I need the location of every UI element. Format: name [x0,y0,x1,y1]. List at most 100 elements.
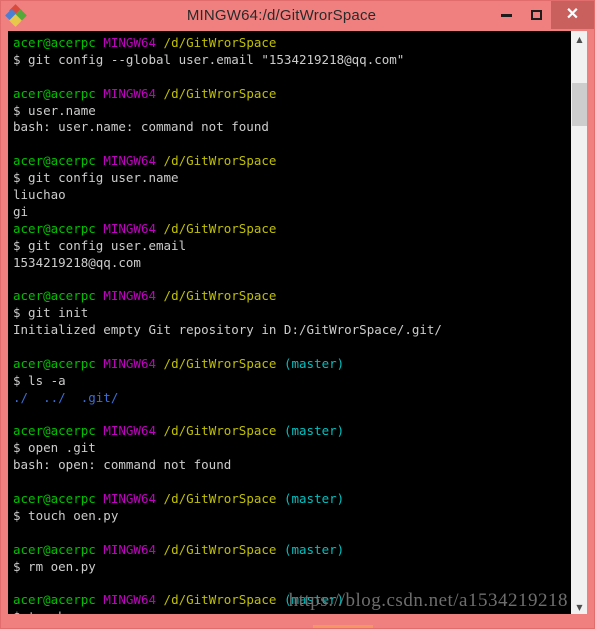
prompt-host: MINGW64 [95,592,157,608]
output-text: liuchao [13,187,66,203]
terminal-line-prompt: acer@acerpc MINGW64 /d/GitWrorSpace [13,86,570,103]
directory-entries: ./ ../ .git/ [13,389,119,405]
prompt-user: acer@acerpc [13,592,96,608]
prompt-branch: (master) [276,423,345,439]
terminal-line-command: $ open .git [13,440,570,457]
command-text: $ user.name [13,102,96,118]
terminal-line-output: 1534219218@qq.com [13,255,570,272]
command-text: $ git config user.email [13,237,187,253]
terminal-line-prompt: acer@acerpc MINGW64 /d/GitWrorSpace (mas… [13,542,570,559]
terminal-window: MINGW64:/d/GitWrorSpace ✕ acer@acerpc MI… [0,0,595,629]
prompt-branch: (master) [276,355,345,371]
command-text: $ rm oen.py [13,558,96,574]
title-bar[interactable]: MINGW64:/d/GitWrorSpace ✕ [1,1,594,29]
prompt-user: acer@acerpc [13,85,96,101]
terminal-line-blank [13,69,570,86]
output-text: 1534219218@qq.com [13,254,141,270]
prompt-user: acer@acerpc [13,288,96,304]
terminal-line-blank [13,136,570,153]
terminal-line-prompt: acer@acerpc MINGW64 /d/GitWrorSpace (mas… [13,491,570,508]
output-text: Initialized empty Git repository in D:/G… [13,322,442,338]
prompt-path: /d/GitWrorSpace [156,491,277,507]
prompt-user: acer@acerpc [13,153,96,169]
terminal-line-command: $ git config user.name [13,170,570,187]
terminal-line-command: $ git init [13,305,570,322]
mingw-git-bash-icon [5,4,27,27]
prompt-branch: (master) [276,491,345,507]
prompt-path: /d/GitWrorSpace [156,35,277,50]
terminal-line-prompt: acer@acerpc MINGW64 /d/GitWrorSpace (mas… [13,356,570,373]
command-text: $ touch oen.py [13,507,119,523]
prompt-branch: (master) [276,592,345,608]
minimize-icon [500,13,512,17]
prompt-host: MINGW64 [95,288,157,304]
prompt-user: acer@acerpc [13,541,96,557]
prompt-user: acer@acerpc [13,491,96,507]
maximize-button[interactable] [521,1,551,29]
output-text: gi [13,203,29,219]
close-button[interactable]: ✕ [551,1,594,29]
minimize-button[interactable] [491,1,521,29]
prompt-user: acer@acerpc [13,423,96,439]
prompt-host: MINGW64 [95,541,157,557]
prompt-path: /d/GitWrorSpace [156,592,277,608]
prompt-host: MINGW64 [95,491,157,507]
terminal-line-blank [13,407,570,424]
prompt-host: MINGW64 [95,220,157,236]
terminal-line-command: $ rm oen.py [13,559,570,576]
prompt-branch: (master) [276,541,345,557]
terminal-line-blank [13,339,570,356]
close-icon: ✕ [565,6,580,23]
command-text: $ ls -a [13,372,66,388]
terminal-area: acer@acerpc MINGW64 /d/GitWrorSpace $ git… [8,31,587,616]
prompt-user: acer@acerpc [13,35,96,50]
terminal-line-command: $ git config --global user.email "153421… [13,52,570,69]
prompt-host: MINGW64 [95,423,157,439]
output-text: bash: user.name: command not found [13,119,269,135]
prompt-path: /d/GitWrorSpace [156,153,277,169]
scrollbar-thumb[interactable] [572,83,587,126]
command-text: $ open .git [13,440,96,456]
window-title: MINGW64:/d/GitWrorSpace [186,6,377,24]
terminal-line-command: $ user.name [13,103,570,120]
terminal-scrollbar[interactable]: ▲ ▼ [570,31,587,616]
terminal-line-blank [13,474,570,491]
prompt-path: /d/GitWrorSpace [156,85,277,101]
prompt-path: /d/GitWrorSpace [156,288,277,304]
window-controls: ✕ [491,1,594,29]
terminal-line-dirlist: ./ ../ .git/ [13,390,570,407]
terminal-line-output: bash: open: command not found [13,457,570,474]
terminal-line-command: $ touch oen.py [13,508,570,525]
terminal-line-command: $ ls -a [13,373,570,390]
maximize-icon [530,10,542,20]
terminal-line-output: Initialized empty Git repository in D:/G… [13,322,570,339]
terminal-line-prompt: acer@acerpc MINGW64 /d/GitWrorSpace (mas… [13,592,570,609]
command-text: $ git config --global user.email "153421… [13,51,405,67]
terminal-line-output: liuchao [13,187,570,204]
prompt-path: /d/GitWrorSpace [156,355,277,371]
command-text: $ git config user.name [13,170,179,186]
prompt-host: MINGW64 [95,153,157,169]
prompt-host: MINGW64 [95,85,157,101]
terminal-line-output: bash: user.name: command not found [13,119,570,136]
terminal-line-prompt: acer@acerpc MINGW64 /d/GitWrorSpace (mas… [13,423,570,440]
prompt-user: acer@acerpc [13,355,96,371]
terminal-line-prompt: acer@acerpc MINGW64 /d/GitWrorSpace [13,153,570,170]
prompt-path: /d/GitWrorSpace [156,423,277,439]
prompt-user: acer@acerpc [13,220,96,236]
terminal-line-blank [13,525,570,542]
scroll-up-icon[interactable]: ▲ [571,31,587,48]
terminal-line-output: gi [13,204,570,221]
terminal-line-blank [13,576,570,593]
terminal-output[interactable]: acer@acerpc MINGW64 /d/GitWrorSpace $ git… [8,31,570,616]
prompt-path: /d/GitWrorSpace [156,220,277,236]
terminal-line-prompt: acer@acerpc MINGW64 /d/GitWrorSpace [13,35,570,52]
terminal-line-prompt: acer@acerpc MINGW64 /d/GitWrorSpace [13,221,570,238]
